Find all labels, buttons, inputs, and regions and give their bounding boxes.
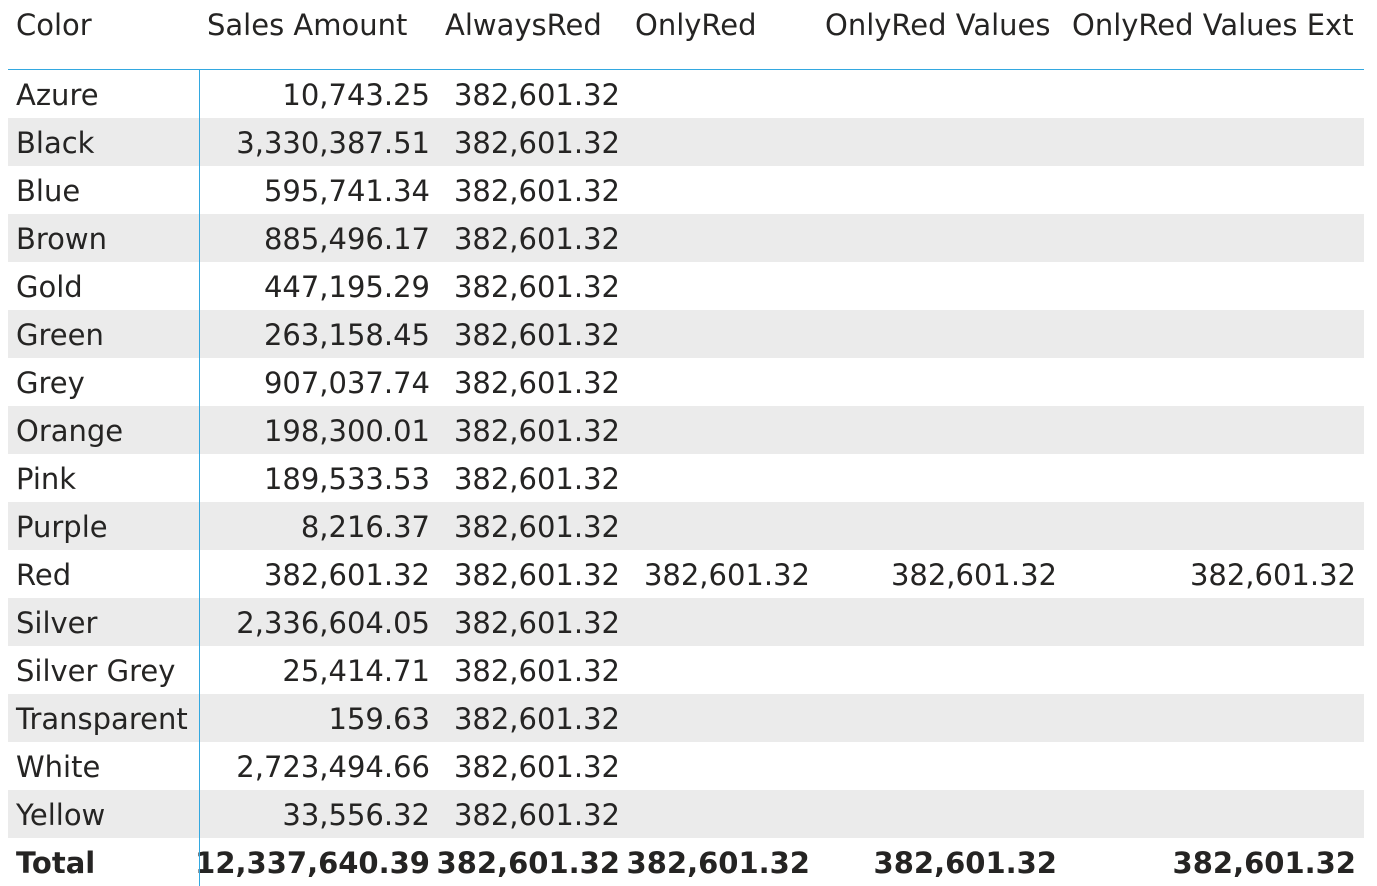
- row-header-divider: [199, 70, 200, 886]
- sales-amount-cell: 2,336,604.05: [236, 606, 430, 640]
- header-onlyred-values-ext[interactable]: OnlyRed Values Ext: [1072, 6, 1354, 44]
- color-cell: Silver: [16, 606, 98, 640]
- table-row[interactable]: White 2,723,494.66 382,601.32: [8, 742, 1364, 790]
- sales-amount-cell: 10,743.25: [282, 78, 430, 112]
- color-cell: White: [16, 750, 101, 784]
- alwaysred-cell: 382,601.32: [453, 270, 620, 304]
- color-cell: Gold: [16, 270, 83, 304]
- sales-amount-cell: 907,037.74: [263, 366, 430, 400]
- alwaysred-cell: 382,601.32: [453, 702, 620, 736]
- sales-amount-cell: 8,216.37: [300, 510, 430, 544]
- header-alwaysred[interactable]: AlwaysRed: [445, 6, 602, 44]
- sales-amount-cell: 595,741.34: [263, 174, 430, 208]
- table-row[interactable]: Grey 907,037.74 382,601.32: [8, 358, 1364, 406]
- onlyred-cell: 382,601.32: [643, 558, 810, 592]
- table-row[interactable]: Pink 189,533.53 382,601.32: [8, 454, 1364, 502]
- header-onlyred-values[interactable]: OnlyRed Values: [825, 6, 1051, 44]
- alwaysred-cell: 382,601.32: [453, 750, 620, 784]
- table-row[interactable]: Silver 2,336,604.05 382,601.32: [8, 598, 1364, 646]
- table-row[interactable]: Blue 595,741.34 382,601.32: [8, 166, 1364, 214]
- alwaysred-cell: 382,601.32: [453, 414, 620, 448]
- table-row[interactable]: Red 382,601.32 382,601.32 382,601.32 382,601…: [8, 550, 1364, 598]
- sales-amount-cell: 382,601.32: [263, 558, 430, 592]
- table-row[interactable]: Black 3,330,387.51 382,601.32: [8, 118, 1364, 166]
- sales-amount-cell: 25,414.71: [282, 654, 430, 688]
- header-onlyred[interactable]: OnlyRed: [635, 6, 757, 44]
- total-row[interactable]: Total 12,337,640.39 382,601.32 382,601.32 38…: [8, 838, 1364, 886]
- table-body: Azure 10,743.25 382,601.32 Black 3,330,387.5…: [8, 70, 1364, 886]
- sales-amount-cell: 885,496.17: [263, 222, 430, 256]
- sales-amount-cell: 189,533.53: [263, 462, 430, 496]
- color-cell: Total: [16, 846, 96, 880]
- table-row[interactable]: Brown 885,496.17 382,601.32: [8, 214, 1364, 262]
- table-row[interactable]: Silver Grey 25,414.71 382,601.32: [8, 646, 1364, 694]
- color-cell: Red: [16, 558, 72, 592]
- alwaysred-cell: 382,601.32: [453, 798, 620, 832]
- color-cell: Green: [16, 318, 104, 352]
- sales-amount-cell: 12,337,640.39: [195, 846, 430, 880]
- table-row[interactable]: Azure 10,743.25 382,601.32: [8, 70, 1364, 118]
- sales-amount-cell: 33,556.32: [282, 798, 430, 832]
- color-cell: Orange: [16, 414, 124, 448]
- color-cell: Transparent: [16, 702, 188, 736]
- table-row[interactable]: Gold 447,195.29 382,601.32: [8, 262, 1364, 310]
- sales-amount-cell: 447,195.29: [263, 270, 430, 304]
- onlyred-cell: 382,601.32: [626, 846, 810, 880]
- onlyred-values-cell: 382,601.32: [873, 846, 1057, 880]
- color-cell: Grey: [16, 366, 85, 400]
- alwaysred-cell: 382,601.32: [453, 366, 620, 400]
- alwaysred-cell: 382,601.32: [453, 78, 620, 112]
- alwaysred-cell: 382,601.32: [453, 606, 620, 640]
- onlyred-values-ext-cell: 382,601.32: [1189, 558, 1356, 592]
- onlyred-values-ext-cell: 382,601.32: [1172, 846, 1356, 880]
- sales-amount-cell: 159.63: [328, 702, 430, 736]
- table-row[interactable]: Transparent 159.63 382,601.32: [8, 694, 1364, 742]
- color-cell: Pink: [16, 462, 77, 496]
- color-cell: Brown: [16, 222, 108, 256]
- matrix-visual: Color Sales Amount AlwaysRed OnlyRed Onl…: [8, 0, 1364, 886]
- header-color[interactable]: Color: [16, 6, 92, 44]
- alwaysred-cell: 382,601.32: [453, 510, 620, 544]
- color-cell: Blue: [16, 174, 81, 208]
- alwaysred-cell: 382,601.32: [436, 846, 620, 880]
- alwaysred-cell: 382,601.32: [453, 462, 620, 496]
- column-header-row: Color Sales Amount AlwaysRed OnlyRed Onl…: [8, 0, 1364, 70]
- table-row[interactable]: Yellow 33,556.32 382,601.32: [8, 790, 1364, 838]
- table-row[interactable]: Orange 198,300.01 382,601.32: [8, 406, 1364, 454]
- color-cell: Yellow: [16, 798, 106, 832]
- sales-amount-cell: 263,158.45: [263, 318, 430, 352]
- color-cell: Silver Grey: [16, 654, 176, 688]
- color-cell: Azure: [16, 78, 99, 112]
- onlyred-values-cell: 382,601.32: [890, 558, 1057, 592]
- color-cell: Purple: [16, 510, 108, 544]
- alwaysred-cell: 382,601.32: [453, 654, 620, 688]
- color-cell: Black: [16, 126, 95, 160]
- alwaysred-cell: 382,601.32: [453, 222, 620, 256]
- alwaysred-cell: 382,601.32: [453, 318, 620, 352]
- header-sales-amount[interactable]: Sales Amount: [207, 6, 407, 44]
- sales-amount-cell: 3,330,387.51: [236, 126, 430, 160]
- sales-amount-cell: 2,723,494.66: [236, 750, 430, 784]
- sales-amount-cell: 198,300.01: [263, 414, 430, 448]
- table-row[interactable]: Purple 8,216.37 382,601.32: [8, 502, 1364, 550]
- alwaysred-cell: 382,601.32: [453, 174, 620, 208]
- alwaysred-cell: 382,601.32: [453, 126, 620, 160]
- table-row[interactable]: Green 263,158.45 382,601.32: [8, 310, 1364, 358]
- alwaysred-cell: 382,601.32: [453, 558, 620, 592]
